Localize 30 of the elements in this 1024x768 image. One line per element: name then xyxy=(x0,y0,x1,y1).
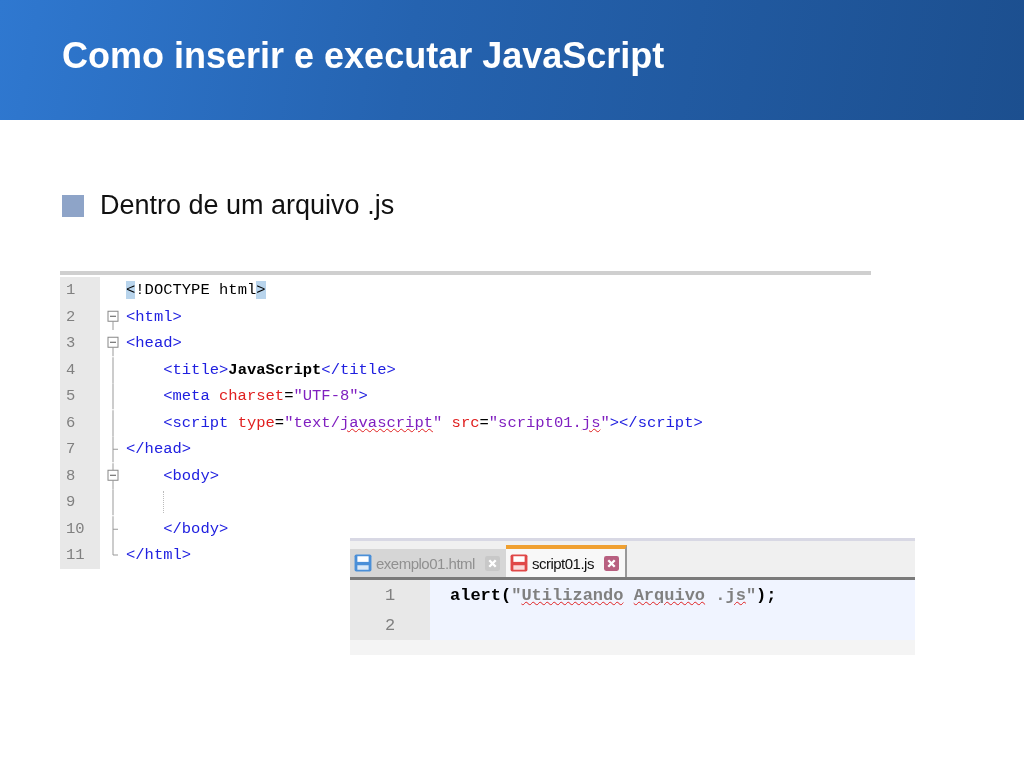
close-icon[interactable] xyxy=(603,555,619,571)
fold-minus-icon[interactable] xyxy=(107,462,119,489)
code-line: <title>JavaScript</title> xyxy=(162,360,396,379)
code-line: </html> xyxy=(126,546,192,565)
code-line: <head> xyxy=(126,334,182,353)
line-number: 2 xyxy=(60,303,100,330)
line-number: 11 xyxy=(60,542,100,569)
line-number: 8 xyxy=(60,462,100,489)
code-line: <html> xyxy=(126,307,182,326)
line-number: 1 xyxy=(350,580,430,610)
slide-title: Como inserir e executar JavaScript xyxy=(62,35,665,77)
line-number: 4 xyxy=(60,356,100,383)
file-tab[interactable]: script01.js xyxy=(505,545,627,577)
code-line: <body> xyxy=(162,466,219,485)
code-line: <script type="text/javascript" src="script01.js"></script> xyxy=(162,413,703,432)
code-line: </body> xyxy=(162,519,229,538)
line-number: 7 xyxy=(60,436,100,463)
bullet-marker-icon xyxy=(62,194,84,217)
bullet-text: Dentro de um arquivo .js xyxy=(100,190,395,221)
line-number: 6 xyxy=(60,409,100,436)
code-line: alert("Utilizando Arquivo .js"); xyxy=(449,585,777,605)
line-number: 1 xyxy=(60,277,100,304)
line-number: 3 xyxy=(60,330,100,357)
line-number: 2 xyxy=(350,610,430,640)
code-line: <meta charset="UTF-8"> xyxy=(162,387,368,406)
code-line: </head> xyxy=(126,440,192,459)
line-number: 5 xyxy=(60,383,100,410)
code-line: <!DOCTYPE html> xyxy=(126,281,266,300)
line-number: 10 xyxy=(60,515,100,542)
line-number: 9 xyxy=(60,489,100,516)
